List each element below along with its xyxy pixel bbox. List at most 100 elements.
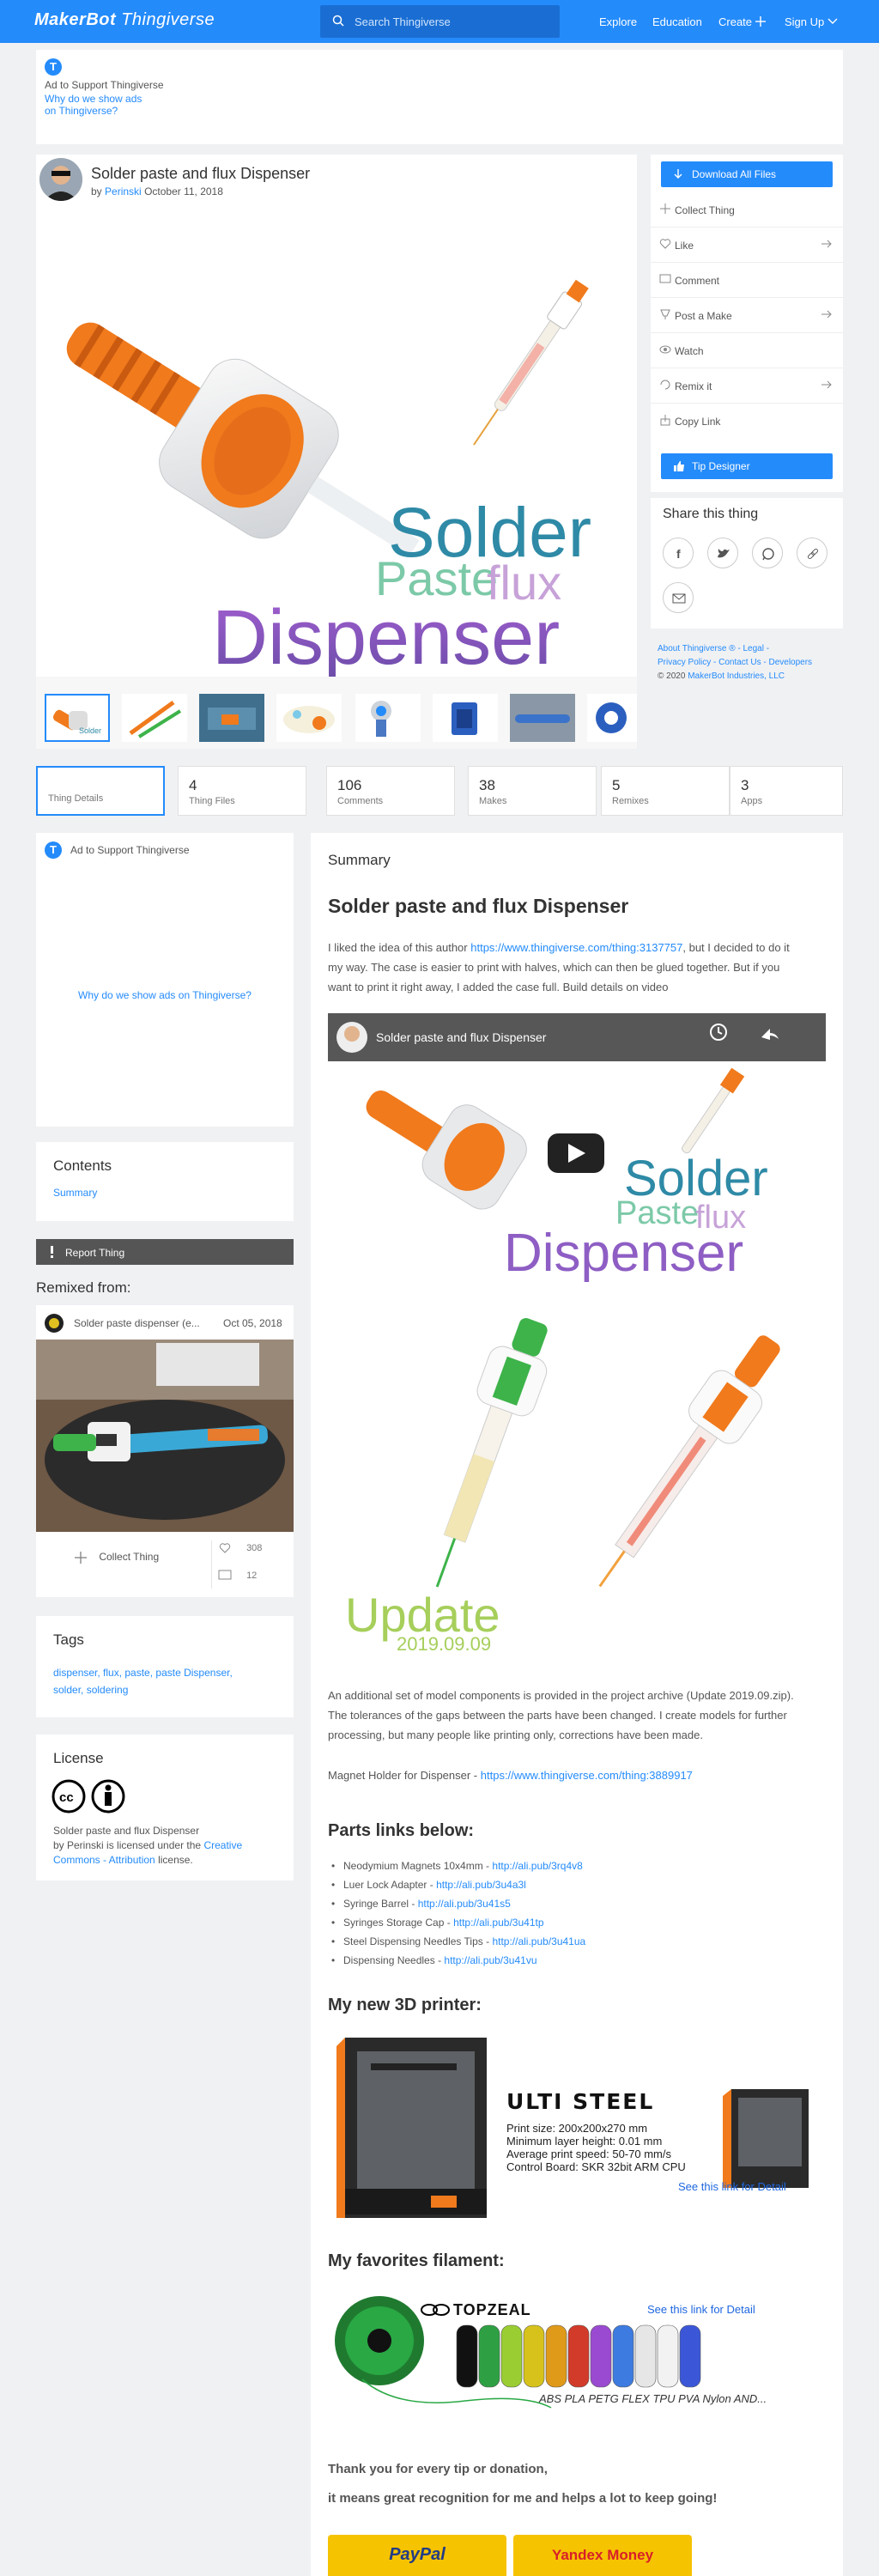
- collect-thing-button[interactable]: Collect Thing: [651, 192, 843, 228]
- thumbnail[interactable]: [122, 694, 187, 742]
- video-thumbnail-image: Solder Paste flux Dispenser: [328, 1013, 826, 1297]
- whatsapp-icon: [762, 548, 774, 561]
- tab-remixes[interactable]: 5 Remixes: [601, 766, 730, 816]
- whatsapp-share-button[interactable]: [752, 538, 783, 568]
- twitter-share-button[interactable]: [707, 538, 738, 568]
- remix-like-count[interactable]: 308: [218, 1542, 262, 1554]
- tip-designer-button[interactable]: Tip Designer: [661, 453, 833, 479]
- comment-button[interactable]: Comment: [651, 263, 843, 298]
- summary-panel: Summary Solder paste and flux Dispenser …: [311, 833, 843, 2576]
- heart-icon: [219, 1543, 231, 1553]
- nav-education[interactable]: Education: [652, 15, 702, 28]
- remix-button[interactable]: Remix it: [651, 368, 843, 404]
- chevron-down-icon: [827, 18, 838, 24]
- remix-card-footer: Collect Thing 308 12: [36, 1532, 294, 1597]
- nozzle-icon: [660, 309, 670, 319]
- thumbnail[interactable]: Solder: [45, 694, 110, 742]
- footer-nav: About Thingiverse ® - Legal - Privacy Po…: [658, 644, 813, 681]
- magnet-holder-link[interactable]: https://www.thingiverse.com/thing:388991…: [481, 1769, 693, 1782]
- remix-collect-button[interactable]: Collect Thing: [74, 1551, 159, 1564]
- filament-spool: [478, 2324, 500, 2388]
- like-button[interactable]: Like: [651, 228, 843, 263]
- email-share-button[interactable]: [663, 582, 694, 613]
- printer-detail-link[interactable]: See this link for Detail: [678, 2180, 786, 2193]
- thumbnail[interactable]: [276, 694, 342, 742]
- filament-spool: [567, 2324, 590, 2388]
- contents-summary-link[interactable]: Summary: [53, 1187, 97, 1199]
- summary-title: Solder paste and flux Dispenser: [328, 895, 629, 917]
- remix-card[interactable]: Solder paste dispenser (e... Oct 05, 201…: [36, 1305, 294, 1597]
- eye-icon: [659, 345, 671, 354]
- comment-icon: [218, 1570, 232, 1580]
- tags-title: Tags: [53, 1631, 84, 1648]
- video-title[interactable]: Solder paste and flux Dispenser: [376, 1030, 546, 1044]
- tab-makes[interactable]: 38 Makes: [468, 766, 597, 816]
- filament-spool: [634, 2324, 657, 2388]
- tab-comments[interactable]: 106 Comments: [326, 766, 455, 816]
- license-text: Solder paste and flux Dispenser by Perin…: [53, 1825, 243, 1866]
- thumbnail[interactable]: [433, 694, 498, 742]
- tab-thing-files[interactable]: 4 Thing Files: [178, 766, 306, 816]
- ad-title: Ad to Support Thingiverse: [45, 79, 164, 91]
- comment-icon: [659, 274, 671, 283]
- thing-title: Solder paste and flux Dispenser: [91, 165, 311, 182]
- top-header: MakerBot Thingiverse Search Thingiverse …: [0, 0, 879, 43]
- report-thing-button[interactable]: Report Thing: [36, 1239, 294, 1265]
- dispenser-render-image: Solder Paste flux Dispenser: [66, 279, 591, 677]
- update-render-image: Update 2019.09.09: [345, 1318, 780, 1655]
- nav-create[interactable]: Create: [718, 15, 752, 28]
- tag-list[interactable]: dispenser, flux, paste, paste Dispenser,…: [53, 1664, 233, 1698]
- filament-brand: TOPZEAL: [453, 2301, 531, 2318]
- tags-panel: Tags dispenser, flux, paste, paste Dispe…: [36, 1616, 294, 1717]
- plus-icon: [75, 1552, 87, 1564]
- avatar[interactable]: [39, 158, 82, 201]
- hero-image[interactable]: Solder Paste flux Dispenser: [36, 204, 637, 677]
- watch-button[interactable]: Watch: [651, 333, 843, 368]
- link-icon: [807, 548, 819, 560]
- post-make-button[interactable]: Post a Make: [651, 298, 843, 333]
- mail-icon: [672, 593, 686, 604]
- thumbnail[interactable]: [355, 694, 421, 742]
- filament-spool: [612, 2324, 634, 2388]
- filament-spool: [523, 2324, 545, 2388]
- filament-detail-link[interactable]: See this link for Detail: [647, 2303, 755, 2316]
- summary-label: Summary: [328, 852, 391, 868]
- thumbnail-strip: Solder: [36, 677, 637, 749]
- link-share-button[interactable]: [797, 538, 827, 568]
- thanks-text: Thank you for every tip or donation, it …: [328, 2462, 718, 2506]
- remixed-from-title: Remixed from:: [36, 1279, 131, 1296]
- license-title: License: [53, 1750, 104, 1766]
- filament-ad-image[interactable]: TOPZEAL See this link for Detail ABS PLA…: [328, 2281, 826, 2418]
- remix-source-name[interactable]: Solder paste dispenser (e...: [74, 1317, 200, 1329]
- paypal-donate-button[interactable]: PayPal: [328, 2535, 506, 2576]
- plus-icon: [755, 16, 766, 27]
- video-player[interactable]: Solder Paste flux Dispenser Solder paste…: [328, 1013, 826, 1297]
- yandex-donate-button[interactable]: Yandex Money: [513, 2535, 692, 2576]
- search-icon: [332, 15, 344, 27]
- ad-why-link[interactable]: Why do we show ads on Thingiverse?: [36, 989, 294, 1001]
- site-logo[interactable]: MakerBot Thingiverse: [34, 10, 215, 30]
- download-all-button[interactable]: Download All Files: [661, 161, 833, 187]
- arrow-right-icon: [821, 240, 832, 248]
- filament-types: ABS PLA PETG FLEX TPU PVA Nylon AND...: [539, 2392, 767, 2405]
- author-original-link[interactable]: https://www.thingiverse.com/thing:313775…: [470, 941, 682, 954]
- list-item: Dispensing Needles - http://ali.pub/3u41…: [331, 1954, 536, 1966]
- thumbnail[interactable]: [587, 694, 637, 742]
- copy-link-button[interactable]: Copy Link: [651, 404, 843, 439]
- search-input[interactable]: Search Thingiverse: [320, 5, 560, 38]
- svg-text:Solder: Solder: [79, 726, 101, 735]
- ad-why-link[interactable]: Why do we show ads on Thingiverse?: [45, 93, 142, 117]
- remix-comment-count[interactable]: 12: [218, 1570, 257, 1582]
- tab-thing-details[interactable]: Thing Details: [36, 766, 165, 816]
- printer-ad-image[interactable]: ULTI STEEL Print size: 200x200x270 mm Mi…: [328, 2029, 826, 2227]
- list-item: Steel Dispensing Needles Tips - http://a…: [331, 1935, 585, 1947]
- tab-apps[interactable]: 3 Apps: [730, 766, 843, 816]
- author-link[interactable]: Perinski: [105, 185, 142, 197]
- arrow-right-icon: [821, 310, 832, 319]
- thumbnail[interactable]: [199, 694, 264, 742]
- nav-explore[interactable]: Explore: [599, 15, 637, 28]
- thumbnail[interactable]: [510, 694, 575, 742]
- nav-signup[interactable]: Sign Up: [785, 15, 824, 28]
- facebook-share-button[interactable]: f: [663, 538, 694, 568]
- creative-commons-icon[interactable]: cc: [52, 1777, 129, 1815]
